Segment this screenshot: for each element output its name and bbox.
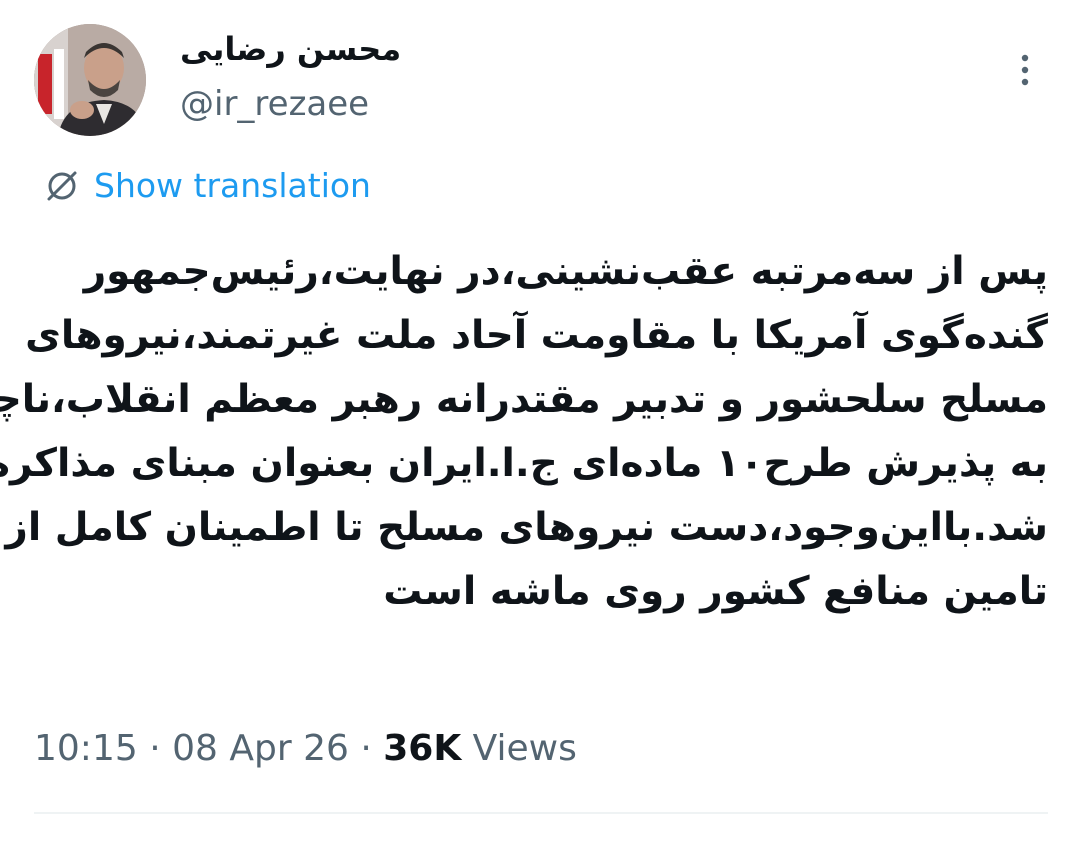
author-display-name[interactable]: محسن رضایی <box>180 30 401 68</box>
tweet-text-line: به پذیرش طرح۱۰ ماده‌ای ج.ا.ایران بعنوان … <box>0 441 1048 486</box>
author-handle[interactable]: @ir_rezaee <box>180 84 369 124</box>
meta-separator: · <box>348 728 384 769</box>
tweet-text: پس از سه‌مرتبه عقب‌نشینی،در نهایت،رئیس‌ج… <box>0 240 1048 624</box>
more-options-button[interactable] <box>1010 50 1040 94</box>
tweet-time[interactable]: 10:15 <box>34 728 138 769</box>
tweet-text-line: شد.بااین‌وجود،دست نیروهای مسلح تا اطمینا… <box>5 505 1048 550</box>
avatar-image <box>34 24 146 136</box>
tweet-text-line: پس از سه‌مرتبه عقب‌نشینی،در نهایت،رئیس‌ج… <box>83 249 1048 294</box>
more-vertical-icon <box>1021 54 1029 86</box>
tweet-date[interactable]: 08 Apr 26 <box>172 728 349 769</box>
avatar[interactable] <box>34 24 146 136</box>
meta-separator: · <box>137 728 173 769</box>
globe-strike-icon <box>47 171 77 200</box>
tweet-meta: 10:15 · 08 Apr 26 · 36K Views <box>34 728 577 769</box>
divider <box>34 812 1048 814</box>
views-label: Views <box>461 728 577 769</box>
tweet-text-line: تامین منافع کشور روی ماشه است <box>383 569 1048 614</box>
tweet-text-line: گنده‌گوی آمریکا با مقاومت آحاد ملت غیرتم… <box>25 313 1048 358</box>
views-count[interactable]: 36K <box>383 728 461 769</box>
tweet-text-line: مسلح سلحشور و تدبیر مقتدرانه رهبر معظم ا… <box>0 377 1048 422</box>
show-translation-label: Show translation <box>94 166 371 205</box>
show-translation-button[interactable]: Show translation <box>44 166 371 205</box>
